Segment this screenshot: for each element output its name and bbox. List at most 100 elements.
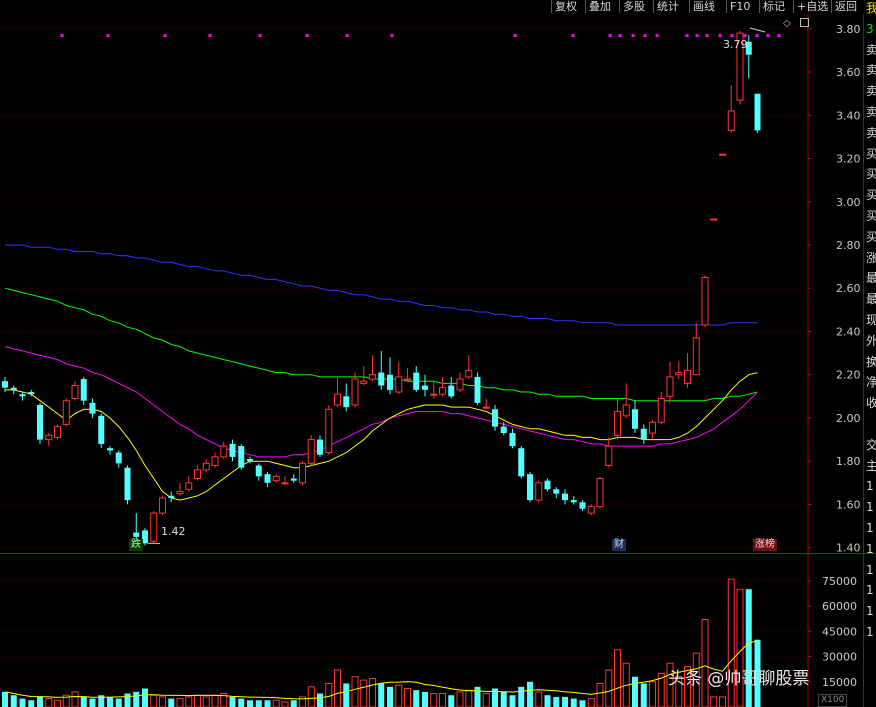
volume-bar-down	[570, 698, 577, 707]
candle-body-down	[19, 394, 26, 397]
candle	[692, 322, 700, 376]
candle-body-up	[404, 378, 411, 381]
tag-cai[interactable]: 财	[612, 539, 626, 551]
candle-body-up	[622, 404, 630, 417]
volume-bar-down	[317, 693, 323, 707]
event-marker	[766, 34, 770, 37]
tag-die[interactable]: 跌	[129, 539, 143, 551]
candle-body-down	[640, 428, 647, 440]
candle-body-down	[387, 374, 393, 390]
candle-body-down	[37, 404, 43, 440]
back-button[interactable]: 返回	[831, 0, 860, 13]
candle	[343, 383, 350, 412]
volume-bar-down	[2, 691, 8, 707]
volume-tick-label: 15000	[822, 676, 857, 689]
volume-bar-up	[404, 687, 411, 707]
candle	[351, 372, 359, 408]
candle-body-down	[28, 392, 35, 395]
candle	[264, 472, 271, 488]
volume-bar-up	[710, 696, 718, 707]
candle	[649, 420, 656, 440]
volume-bar-up	[360, 679, 368, 707]
volume-bar-up	[45, 698, 53, 707]
price-tick-label: 1.40	[836, 542, 861, 555]
volume-bar-up	[605, 669, 613, 707]
candle-body-down	[544, 480, 551, 490]
stock-chart-window: 3.80 3.60 3.40 3.20 3.00 2.80 2.60 2.40 2.20 2.00…	[0, 0, 876, 707]
candle	[404, 368, 411, 382]
overlay-button[interactable]: 叠加	[585, 0, 614, 13]
candle-body-up	[334, 393, 341, 406]
event-marker	[718, 34, 722, 37]
volume-bar-down	[562, 696, 568, 707]
event-marker	[106, 34, 110, 37]
price-tick-label: 3.60	[836, 66, 861, 79]
high-price-marker	[749, 27, 766, 33]
volume-unit-label[interactable]: X100	[818, 694, 848, 707]
volume-tick-label: 60000	[822, 600, 857, 613]
diamond-icon[interactable]: ◇	[783, 19, 791, 29]
candle-body-up	[62, 400, 70, 425]
volume-bar-down	[10, 695, 17, 707]
candle-body-up	[150, 512, 158, 542]
side-panel-char: 最	[866, 292, 876, 307]
candle-body-up	[535, 482, 543, 501]
volume-bar-down	[229, 696, 236, 707]
panel-toggle-icon[interactable]	[800, 18, 809, 27]
side-panel-char: 买	[866, 188, 876, 203]
candle	[387, 357, 393, 395]
kline-chart[interactable]: 3.80 3.60 3.40 3.20 3.00 2.80 2.60 2.40 2.20 2.00…	[0, 0, 876, 707]
volume-bar-up	[395, 684, 403, 707]
candle	[422, 374, 428, 397]
volume-bar-down	[290, 700, 297, 707]
candle-body-up	[465, 369, 473, 378]
statistics-button[interactable]: 统计	[653, 0, 682, 13]
candle-body-up	[727, 110, 735, 131]
candle-body-down	[553, 489, 560, 494]
volume-bar-up	[176, 698, 184, 707]
candle-body-down	[317, 439, 323, 455]
multi-stock-button[interactable]: 多股	[619, 0, 648, 13]
mark-button[interactable]: 标记	[759, 0, 788, 13]
side-panel-char: 外	[866, 333, 876, 348]
candle-body-up	[684, 369, 691, 384]
candle-body-down	[562, 493, 568, 501]
volume-bar-down	[474, 686, 481, 707]
candle-body-up	[482, 406, 490, 409]
volume-bar-down	[387, 686, 393, 707]
draw-line-button[interactable]: 画线	[689, 0, 718, 13]
event-marker	[618, 34, 622, 37]
candle	[535, 480, 543, 503]
candle	[553, 487, 560, 498]
candle	[220, 441, 228, 460]
candle-body-up	[307, 439, 315, 464]
candle	[272, 474, 280, 483]
candle	[527, 472, 533, 503]
event-marker	[695, 34, 699, 37]
candle-body-up	[614, 410, 621, 436]
event-marker	[743, 34, 747, 37]
volume-bar-up	[281, 701, 289, 707]
volume-bar-down	[89, 698, 96, 707]
price-tick-label: 1.60	[836, 498, 861, 511]
price-tick-label: 2.60	[836, 282, 861, 295]
tag-zhangbang[interactable]: 涨榜	[753, 539, 777, 551]
volume-bar-down	[142, 688, 148, 707]
side-panel-char: 收	[866, 396, 876, 411]
volume-bar-up	[159, 696, 166, 707]
volume-bar-down	[247, 700, 253, 707]
candle	[159, 495, 166, 516]
candle-body-up	[710, 218, 718, 221]
candle-body-up	[185, 482, 193, 490]
candle-body-up	[176, 490, 184, 495]
volume-bar-up	[351, 676, 359, 707]
candle	[185, 476, 193, 492]
f10-button[interactable]: F10	[726, 0, 753, 13]
candle-body-up	[351, 378, 359, 406]
candle-body-up	[701, 276, 709, 326]
candle	[614, 398, 621, 440]
event-marker	[655, 34, 659, 37]
fuquan-button[interactable]: 复权	[551, 0, 580, 13]
add-watchlist-button[interactable]: +自选	[793, 0, 831, 13]
event-marker	[730, 34, 734, 37]
